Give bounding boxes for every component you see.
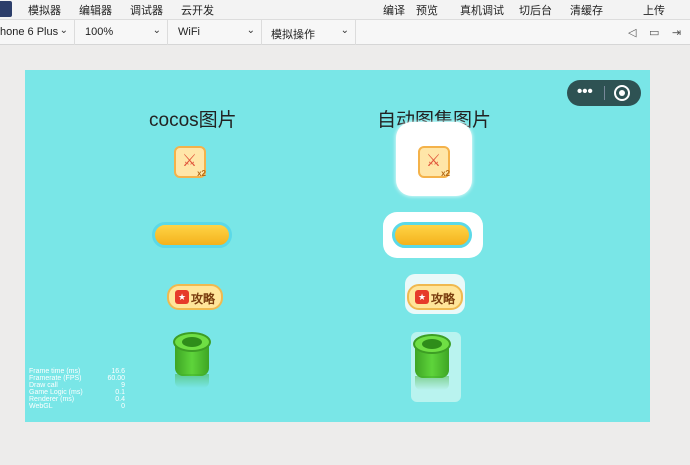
stats-value: 16.6 xyxy=(111,368,125,375)
stats-label: Renderer (ms) xyxy=(29,396,75,403)
crossed-swords-icon: ⚔ xyxy=(182,151,198,170)
menu-clear-cache[interactable]: 清缓存 xyxy=(570,2,603,18)
volume-icon[interactable]: ◁ xyxy=(628,26,636,39)
menu-compile[interactable]: 编译 xyxy=(383,2,405,18)
miniprogram-capsule[interactable]: ••• xyxy=(567,80,641,106)
strategy-label: 攻略 xyxy=(191,292,216,306)
yellow-bar-image xyxy=(152,222,232,248)
app-logo xyxy=(0,1,12,17)
stats-label: Framerate (FPS) xyxy=(29,375,82,382)
star-icon: ★ xyxy=(415,290,429,304)
icon-badge: x2 xyxy=(441,169,450,178)
menu-simulator[interactable]: 模拟器 xyxy=(28,2,61,18)
stats-label: WebGL xyxy=(29,403,53,410)
menu-preview[interactable]: 预览 xyxy=(416,2,438,18)
left-column-title: cocos图片 xyxy=(149,110,237,131)
menu-bar: 模拟器 编辑器 调试器 云开发 编译 预览 真机调试 切后台 清缓存 上传 xyxy=(0,0,690,19)
stats-value: 0 xyxy=(121,403,125,410)
device-select[interactable]: hone 6 Plus ⌄ xyxy=(0,20,75,45)
menu-upload[interactable]: 上传 xyxy=(643,2,665,18)
crossed-swords-icon: ⚔ xyxy=(426,151,442,170)
stats-label: Frame time (ms) xyxy=(29,368,81,375)
stats-value: 60.00 xyxy=(107,375,125,382)
window-icon[interactable]: ▭ xyxy=(649,26,659,39)
stats-value: 9 xyxy=(121,382,125,389)
stats-row: Draw call 9 xyxy=(29,382,125,389)
stats-value: 0.1 xyxy=(115,389,125,396)
icon-badge: x2 xyxy=(197,169,206,178)
menu-device-debug[interactable]: 真机调试 xyxy=(460,2,504,18)
sword-icon-atlas-image: ⚔ x2 xyxy=(418,146,450,178)
chevron-down-icon: ⌄ xyxy=(152,25,161,36)
chevron-down-icon: ⌄ xyxy=(340,25,349,36)
dock-icon[interactable]: ⇥ xyxy=(672,26,681,39)
profiler-stats: Frame time (ms) 16.6 Framerate (FPS) 60.00… xyxy=(29,368,125,410)
stats-label: Game Logic (ms) xyxy=(29,389,83,396)
green-drum-image xyxy=(173,330,211,388)
strategy-button-atlas-image: ★ 攻略 xyxy=(407,284,463,310)
network-select[interactable]: WiFi ⌄ xyxy=(168,20,262,45)
stats-row: WebGL 0 xyxy=(29,403,125,410)
simulator-screen[interactable]: ••• cocos图片 自动图集图片 ⚔ x2 ⚔ x2 ★ 攻略 ★ 攻略 F… xyxy=(25,70,650,422)
stats-row: Game Logic (ms) 0.1 xyxy=(29,389,125,396)
simulator-toolbar: hone 6 Plus ⌄ 100% ⌄ WiFi ⌄ 模拟操作 ⌄ ◁ ▭ ⇥ xyxy=(0,19,690,45)
chevron-down-icon: ⌄ xyxy=(59,25,68,36)
chevron-down-icon: ⌄ xyxy=(246,25,255,36)
zoom-select-value: 100% xyxy=(85,26,114,38)
yellow-bar-atlas-image xyxy=(392,222,472,248)
stats-row: Framerate (FPS) 60.00 xyxy=(29,375,125,382)
stats-row: Renderer (ms) 0.4 xyxy=(29,396,125,403)
menu-editor[interactable]: 编辑器 xyxy=(79,2,112,18)
strategy-button-image: ★ 攻略 xyxy=(167,284,223,310)
more-icon[interactable]: ••• xyxy=(577,83,593,100)
capsule-divider xyxy=(604,86,605,100)
green-drum-atlas-image xyxy=(413,332,451,390)
menu-debugger[interactable]: 调试器 xyxy=(130,2,163,18)
device-select-value: hone 6 Plus xyxy=(0,26,59,38)
menu-cloud-dev[interactable]: 云开发 xyxy=(181,2,214,18)
star-icon: ★ xyxy=(175,290,189,304)
close-target-icon[interactable] xyxy=(614,85,630,101)
menu-background[interactable]: 切后台 xyxy=(519,2,552,18)
strategy-label: 攻略 xyxy=(431,292,456,306)
stats-value: 0.4 xyxy=(115,396,125,403)
stats-row: Frame time (ms) 16.6 xyxy=(29,368,125,375)
operation-select-value: 模拟操作 xyxy=(271,29,315,41)
zoom-select[interactable]: 100% ⌄ xyxy=(75,20,168,45)
operation-select[interactable]: 模拟操作 ⌄ xyxy=(262,20,356,45)
network-select-value: WiFi xyxy=(178,26,200,38)
sword-icon-image: ⚔ x2 xyxy=(174,146,206,178)
stats-label: Draw call xyxy=(29,382,58,389)
